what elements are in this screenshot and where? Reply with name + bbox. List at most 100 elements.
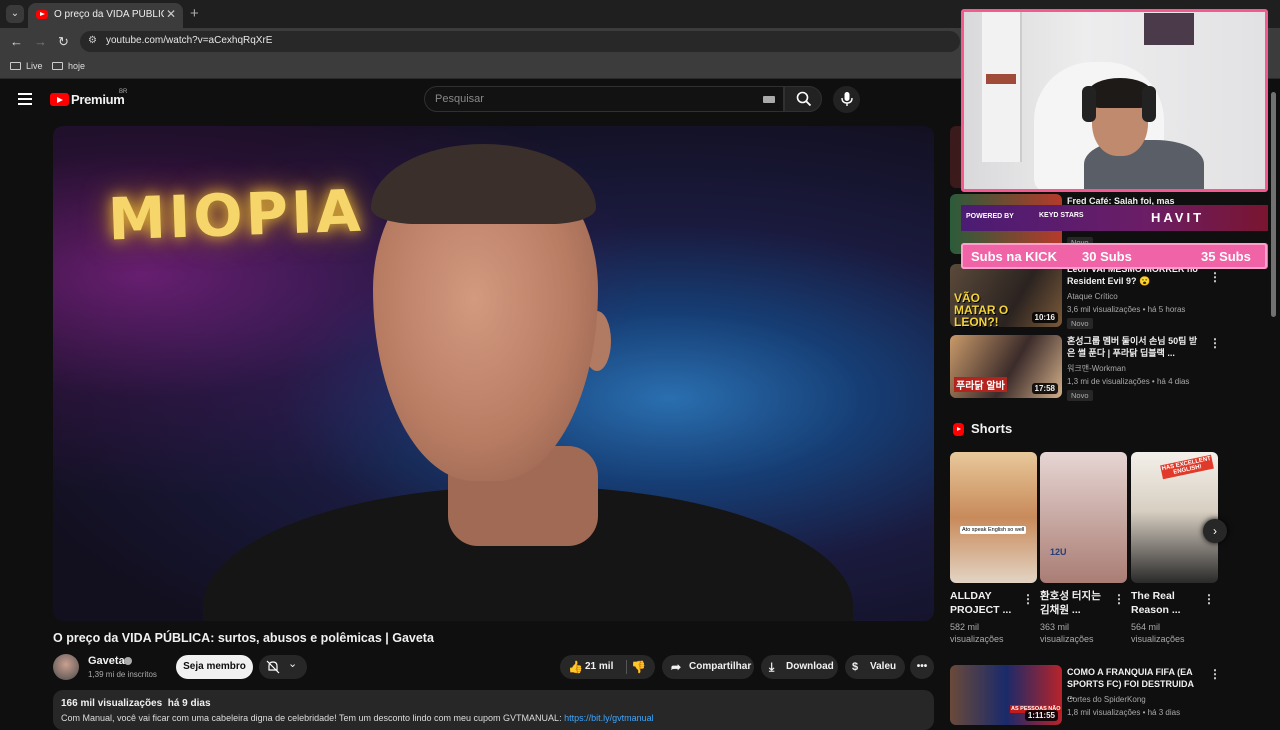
join-member-button[interactable]: Seja membro bbox=[176, 655, 253, 679]
thumbnail-text: VÃO MATAR O LEON?! bbox=[954, 291, 1009, 327]
reload-icon[interactable]: ↻ bbox=[58, 34, 69, 50]
verified-check-icon bbox=[124, 657, 132, 665]
sub-goal-bar: Subs na KICK 30 Subs 35 Subs bbox=[961, 243, 1268, 269]
sub-goal-current: 30 Subs bbox=[1082, 249, 1132, 264]
share-arrow-icon: ➦ bbox=[671, 660, 682, 674]
youtube-logo-text[interactable]: Premium bbox=[71, 92, 125, 107]
short-thumbnail[interactable]: Ato speak English so well bbox=[950, 452, 1037, 583]
channel-name[interactable]: Gaveta bbox=[88, 655, 125, 667]
thanks-button[interactable]: $ Valeu bbox=[845, 655, 905, 679]
keyboard-icon[interactable] bbox=[763, 96, 775, 103]
thumbnail-text: 푸라닭 알바 bbox=[954, 377, 1007, 392]
rec-channel[interactable]: Ataque Crítico bbox=[1067, 291, 1118, 303]
new-badge: Novo bbox=[1067, 318, 1093, 329]
description-link[interactable]: https://bit.ly/gvtmanual bbox=[564, 713, 654, 723]
youtube-logo-icon[interactable] bbox=[50, 93, 69, 106]
sponsor-logo-keyd: KEYD STARS bbox=[1039, 212, 1084, 219]
sponsor-banner: POWERED BY KEYD STARS HAVIT bbox=[961, 205, 1268, 231]
more-vertical-icon[interactable]: ⋮ bbox=[1113, 592, 1125, 606]
video-duration: 17:58 bbox=[1031, 383, 1058, 394]
youtube-favicon-icon bbox=[36, 10, 48, 19]
rec-channel[interactable]: Cortes do SpiderKong bbox=[1067, 694, 1146, 706]
short-views: 363 mil visualizações bbox=[1040, 622, 1094, 644]
hamburger-menu-icon[interactable] bbox=[18, 93, 32, 108]
sponsor-logo-havit: HAVIT bbox=[1151, 210, 1205, 225]
more-vertical-icon[interactable]: ⋮ bbox=[1203, 592, 1215, 606]
short-caption: 12U bbox=[1050, 547, 1067, 557]
webcam-overlay bbox=[961, 9, 1268, 192]
short-caption: Ato speak English so well bbox=[960, 526, 1027, 534]
browser-tab-active[interactable]: O preço da VIDA PÚBLICA: surtos ✕ bbox=[28, 3, 183, 28]
neon-sign: MIOPIA bbox=[106, 176, 365, 254]
address-bar[interactable]: ⚙ youtube.com/watch?v=aCexhqRqXrE bbox=[80, 31, 960, 52]
sub-goal-target: 35 Subs bbox=[1201, 249, 1251, 264]
search-icon bbox=[796, 91, 812, 107]
short-caption: HAS EXCELLENT ENGLISH! bbox=[1160, 454, 1214, 480]
like-count[interactable]: 21 mil bbox=[585, 655, 613, 679]
folder-icon bbox=[52, 62, 63, 70]
rec-channel[interactable]: 워크맨-Workman bbox=[1067, 363, 1126, 375]
forward-arrow-icon[interactable]: → bbox=[34, 34, 47, 49]
chevron-down-icon: ⌄ bbox=[288, 658, 298, 670]
share-label: Compartilhar bbox=[689, 661, 752, 672]
headphones bbox=[1142, 86, 1156, 122]
channel-avatar[interactable] bbox=[53, 654, 79, 680]
search-placeholder: Pesquisar bbox=[435, 93, 484, 105]
video-player[interactable]: MIOPIA bbox=[53, 126, 934, 621]
short-title[interactable]: The Real Reason ... bbox=[1131, 589, 1201, 617]
thumbs-up-icon[interactable]: 👍 bbox=[568, 655, 583, 679]
short-views: 582 mil visualizações bbox=[950, 622, 1004, 644]
like-dislike-group: 👍 21 mil 👎 bbox=[560, 655, 655, 679]
wall-poster bbox=[1144, 13, 1194, 45]
short-thumbnail[interactable]: 12U bbox=[1040, 452, 1127, 583]
rec-title[interactable]: 혼성그룹 멤버 둘이서 손님 50팀 받은 썰 푼다 | 푸라닭 딥블랙 ... bbox=[1067, 335, 1202, 359]
folder-icon bbox=[10, 62, 21, 70]
sidebar-scrollbar[interactable] bbox=[1271, 92, 1276, 317]
bookshelf bbox=[982, 12, 1022, 162]
video-title: O preço da VIDA PÚBLICA: surtos, abusos … bbox=[53, 631, 434, 645]
rec-meta: 1,8 mil visualizações • há 3 dias bbox=[1067, 708, 1181, 717]
short-thumbnail[interactable]: HAS EXCELLENT ENGLISH! bbox=[1131, 452, 1218, 583]
site-info-icon[interactable]: ⚙ bbox=[88, 35, 100, 47]
short-views: 564 mil visualizações bbox=[1131, 622, 1185, 644]
more-vertical-icon[interactable]: ⋮ bbox=[1022, 592, 1034, 606]
chevron-right-icon[interactable]: › bbox=[1203, 519, 1227, 543]
rec-meta: 1,3 mi de visualizações • há 4 dias bbox=[1067, 377, 1190, 386]
share-button[interactable]: ➦ Compartilhar bbox=[662, 655, 754, 679]
short-title[interactable]: 환호성 터지는 김채원 ... bbox=[1040, 589, 1110, 617]
more-vertical-icon[interactable]: ⋮ bbox=[1209, 270, 1221, 284]
more-vertical-icon[interactable]: ⋮ bbox=[1209, 336, 1221, 350]
view-count: 166 mil visualizações bbox=[61, 698, 163, 709]
voice-search-button[interactable] bbox=[833, 86, 860, 113]
thumbs-down-icon[interactable]: 👎 bbox=[631, 655, 646, 679]
tab-search-icon[interactable]: ⌄ bbox=[6, 5, 24, 23]
notifications-button[interactable]: ⌄ bbox=[259, 655, 307, 679]
upload-age: há 9 dias bbox=[167, 698, 211, 709]
more-actions-button[interactable]: ••• bbox=[910, 655, 934, 679]
description-body: Com Manual, você vai ficar com uma cabel… bbox=[61, 713, 565, 723]
back-arrow-icon[interactable]: ← bbox=[10, 34, 23, 49]
download-button[interactable]: ⤓ Download bbox=[761, 655, 838, 679]
short-title[interactable]: ALLDAY PROJECT ... bbox=[950, 589, 1020, 617]
rec-thumbnail[interactable]: VÃO MATAR O LEON?! 10:16 bbox=[950, 264, 1062, 327]
video-duration: 1:11:55 bbox=[1024, 710, 1058, 721]
url-text[interactable]: youtube.com/watch?v=aCexhqRqXrE bbox=[106, 35, 272, 46]
bell-off-icon bbox=[266, 660, 280, 674]
rec-thumbnail[interactable]: AS PESSOAS NÃO 1:11:55 bbox=[950, 665, 1062, 725]
more-vertical-icon[interactable]: ⋮ bbox=[1209, 667, 1221, 681]
bookmark-live[interactable]: Live bbox=[10, 61, 43, 71]
description-box[interactable]: 166 mil visualizações há 9 dias Com Manu… bbox=[53, 690, 934, 730]
shorts-heading: Shorts bbox=[971, 421, 1013, 436]
new-tab-button[interactable]: + bbox=[190, 5, 199, 22]
rec-thumbnail[interactable]: 푸라닭 알바 17:58 bbox=[950, 335, 1062, 398]
download-icon: ⤓ bbox=[769, 660, 775, 674]
tab-title: O preço da VIDA PÚBLICA: surtos bbox=[54, 9, 164, 20]
region-code: BR bbox=[119, 89, 128, 95]
bookmark-hoje[interactable]: hoje bbox=[52, 61, 85, 71]
headphones bbox=[1082, 86, 1096, 122]
sub-goal-label: Subs na KICK bbox=[971, 249, 1057, 264]
description-text: Com Manual, você vai ficar com uma cabel… bbox=[61, 713, 654, 723]
search-button[interactable] bbox=[784, 86, 822, 112]
tab-close-icon[interactable]: ✕ bbox=[166, 7, 176, 21]
search-input[interactable]: Pesquisar bbox=[424, 86, 784, 112]
